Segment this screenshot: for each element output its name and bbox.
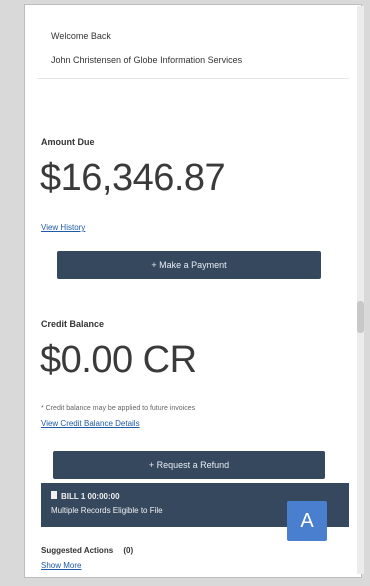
make-payment-button[interactable]: + Make a Payment bbox=[57, 251, 321, 279]
scrollbar[interactable] bbox=[357, 6, 364, 574]
view-credit-details-link[interactable]: View Credit Balance Details bbox=[41, 419, 140, 428]
credit-balance-note: * Credit balance may be applied to futur… bbox=[41, 405, 196, 412]
credit-balance-label: Credit Balance bbox=[41, 319, 105, 329]
show-more-link[interactable]: Show More bbox=[41, 561, 81, 570]
suggested-actions-count: (0) bbox=[123, 546, 134, 555]
mobile-view: Welcome Back John Christensen of Globe I… bbox=[24, 4, 362, 578]
welcome-card: Welcome Back John Christensen of Globe I… bbox=[37, 11, 349, 79]
toast-message: Multiple Records Eligible to File bbox=[51, 506, 163, 515]
view-history-link[interactable]: View History bbox=[41, 223, 85, 232]
scrollbar-thumb[interactable] bbox=[357, 301, 364, 333]
amount-due-value: $16,346.87 bbox=[40, 157, 226, 199]
suggested-actions-label: Suggested Actions bbox=[41, 546, 114, 555]
suggested-actions: Suggested Actions (0) bbox=[41, 546, 133, 555]
welcome-subtitle: John Christensen of Globe Information Se… bbox=[51, 55, 243, 65]
document-icon bbox=[51, 491, 57, 499]
welcome-title: Welcome Back bbox=[51, 31, 111, 41]
request-refund-button[interactable]: + Request a Refund bbox=[53, 451, 325, 479]
amount-due-label: Amount Due bbox=[41, 137, 95, 147]
assistant-avatar-button[interactable]: A bbox=[287, 501, 327, 541]
credit-balance-value: $0.00 CR bbox=[40, 339, 197, 381]
toast-title: BILL 1 00:00:00 bbox=[61, 492, 120, 501]
